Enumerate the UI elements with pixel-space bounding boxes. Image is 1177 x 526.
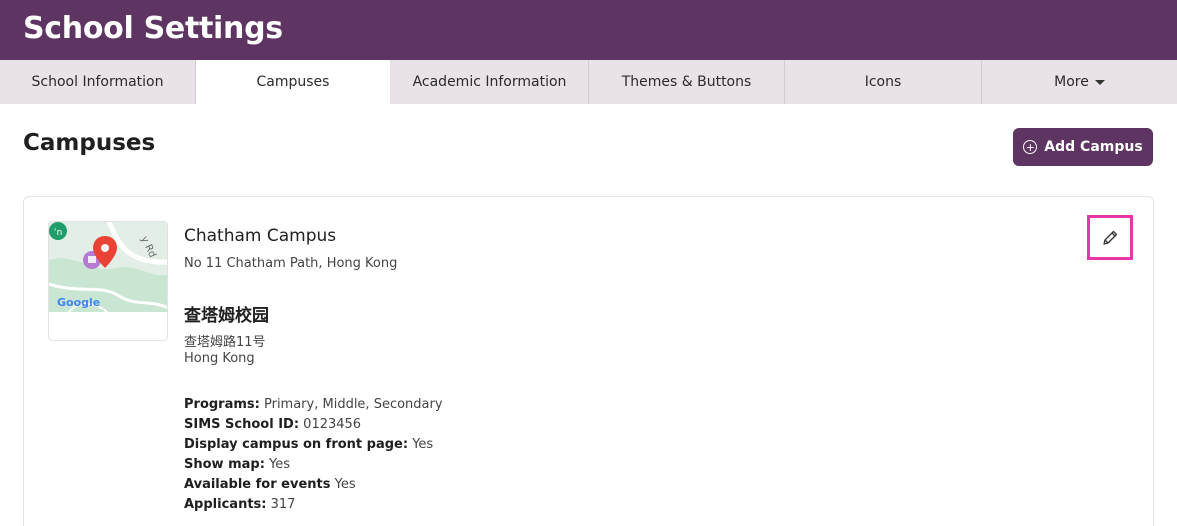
detail-sims-id: SIMS School ID: 0123456 <box>184 417 362 432</box>
pencil-icon <box>1103 230 1118 245</box>
detail-display-front-page: Display campus on front page: Yes <box>184 437 434 452</box>
tab-label: Academic Information <box>412 74 567 90</box>
settings-tabs: School Information Campuses Academic Inf… <box>0 60 1177 104</box>
tab-label: Campuses <box>256 74 330 90</box>
caret-down-icon <box>1094 79 1105 85</box>
add-campus-label: Add Campus <box>1044 139 1143 155</box>
tab-campuses[interactable]: Campuses <box>196 60 391 104</box>
detail-applicants: Applicants: 317 <box>184 497 296 512</box>
tab-academic-information[interactable]: Academic Information <box>391 60 589 104</box>
tab-icons[interactable]: Icons <box>785 60 982 104</box>
campus-address-city: Hong Kong <box>184 351 255 366</box>
tab-themes-buttons[interactable]: Themes & Buttons <box>589 60 785 104</box>
add-campus-button[interactable]: + Add Campus <box>1013 128 1153 166</box>
tab-more[interactable]: More <box>982 60 1177 104</box>
campus-map-thumbnail[interactable]: ʼn y Rd Google <box>48 221 168 341</box>
tab-label: Themes & Buttons <box>621 74 752 90</box>
campus-name: Chatham Campus <box>184 226 337 246</box>
map-image: ʼn y Rd Google <box>49 222 167 313</box>
tab-label: Icons <box>864 74 902 90</box>
tab-label: School Information <box>31 74 164 90</box>
map-brand-label: Google <box>57 296 100 309</box>
page-header-title: School Settings <box>23 11 283 46</box>
detail-available-events: Available for events Yes <box>184 477 356 492</box>
campus-details: Programs: Primary, Middle, Secondary SIM… <box>184 395 443 515</box>
campus-card: ʼn y Rd Google Chatham Campus No 11 Chat… <box>23 196 1154 526</box>
tab-label: More <box>1054 74 1089 90</box>
svg-text:ʼn: ʼn <box>54 228 63 238</box>
detail-show-map: Show map: Yes <box>184 457 291 472</box>
campus-address: No 11 Chatham Path, Hong Kong <box>184 256 398 271</box>
app-header: School Settings <box>0 0 1177 60</box>
edit-campus-button[interactable] <box>1087 215 1133 260</box>
tab-school-information[interactable]: School Information <box>0 60 196 104</box>
campus-address-chinese: 查塔姆路11号 <box>184 335 266 350</box>
detail-programs: Programs: Primary, Middle, Secondary <box>184 397 443 412</box>
plus-circle-icon: + <box>1023 140 1038 154</box>
campus-name-chinese: 查塔姆校园 <box>184 306 269 326</box>
section-title: Campuses <box>23 130 156 156</box>
